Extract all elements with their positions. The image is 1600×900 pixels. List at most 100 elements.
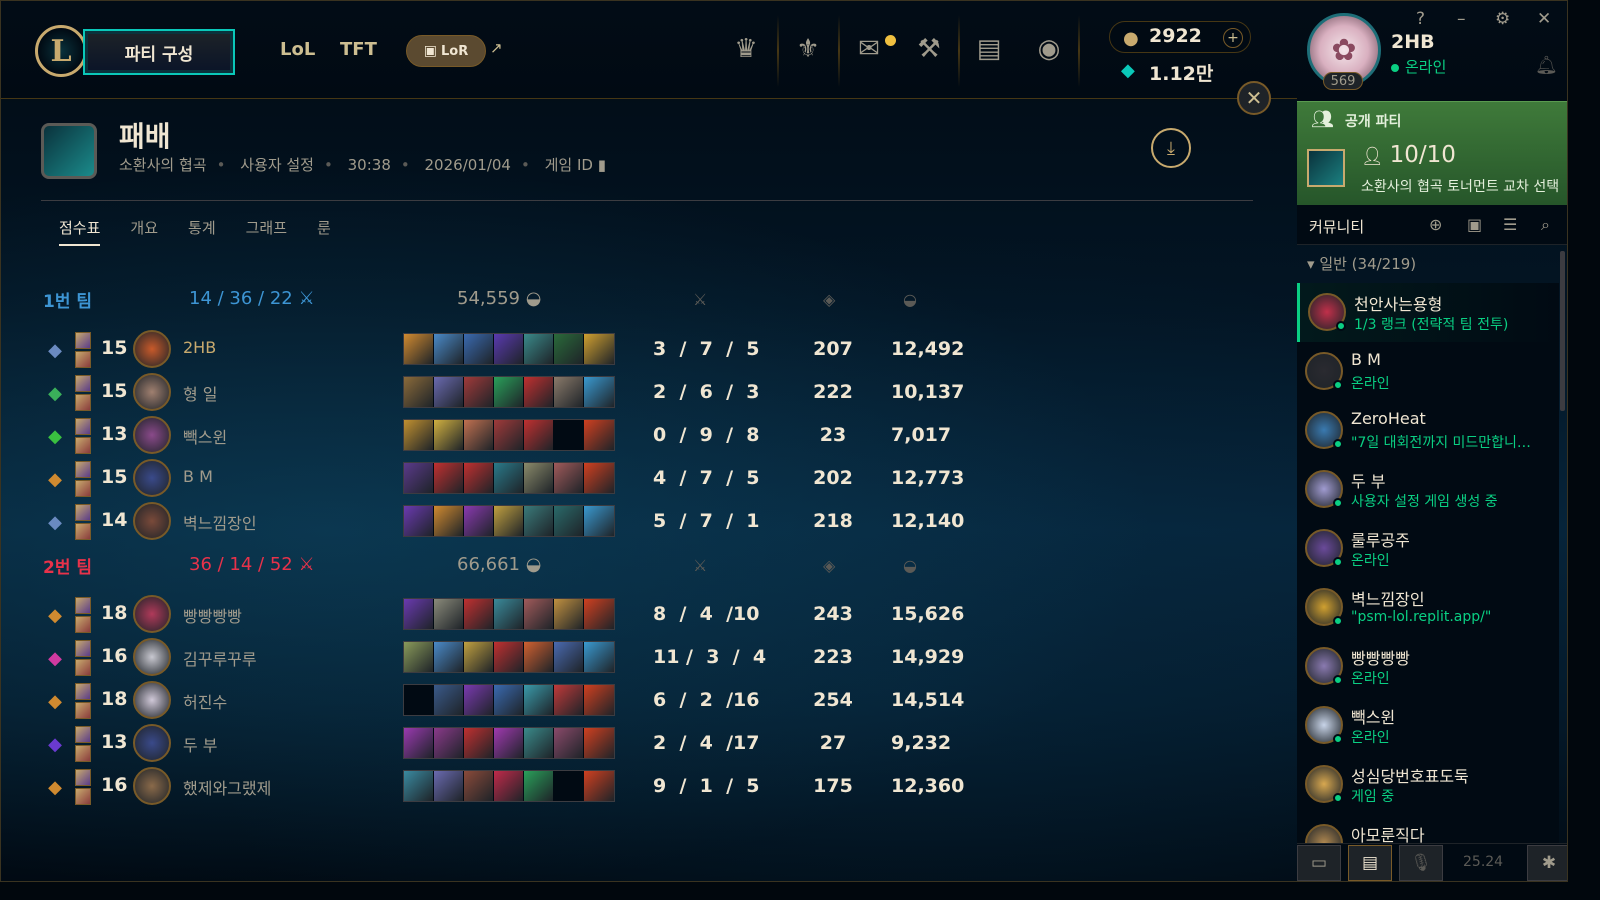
item-icon[interactable] bbox=[464, 771, 494, 801]
item-icon[interactable] bbox=[464, 334, 494, 364]
item-icon[interactable] bbox=[584, 377, 614, 407]
item-icon[interactable] bbox=[434, 642, 464, 672]
item-icon[interactable] bbox=[584, 599, 614, 629]
item-icon[interactable] bbox=[434, 377, 464, 407]
item-icon[interactable] bbox=[434, 728, 464, 758]
player-row[interactable]: ◆ 18 빵빵빵빵 8 / 4 /10 243 15,626 bbox=[41, 595, 981, 635]
profile-status[interactable]: 온라인 bbox=[1391, 56, 1446, 77]
item-icon[interactable] bbox=[524, 377, 554, 407]
player-row[interactable]: ◆ 16 했제와그랬제 9 / 1 / 5 175 12,360 bbox=[41, 767, 981, 807]
item-icon[interactable] bbox=[584, 642, 614, 672]
friend-row[interactable]: 성심당번호표도둑 게임 중 bbox=[1297, 755, 1559, 814]
item-icon[interactable] bbox=[554, 506, 584, 536]
champion-portrait[interactable] bbox=[133, 595, 171, 633]
player-row[interactable]: ◆ 13 빽스윈 0 / 9 / 8 23 7,017 bbox=[41, 416, 981, 456]
tab-4[interactable]: 룬 bbox=[317, 217, 331, 246]
player-row[interactable]: ◆ 15 2HB 3 / 7 / 5 207 12,492 bbox=[41, 330, 981, 370]
player-row[interactable]: ◆ 13 두 부 2 / 4 /17 27 9,232 bbox=[41, 724, 981, 764]
item-icon[interactable] bbox=[434, 685, 464, 715]
item-icon[interactable] bbox=[404, 728, 434, 758]
nav-lor-link[interactable]: ▣ LoR bbox=[406, 35, 486, 67]
friend-row[interactable]: 벽느낌장인 "psm-lol.replit.app/" bbox=[1297, 578, 1559, 637]
champion-portrait[interactable] bbox=[133, 767, 171, 805]
item-icon[interactable] bbox=[584, 334, 614, 364]
tab-2[interactable]: 통계 bbox=[188, 217, 216, 246]
champion-portrait[interactable] bbox=[133, 416, 171, 454]
champion-portrait[interactable] bbox=[133, 638, 171, 676]
champion-portrait[interactable] bbox=[133, 681, 171, 719]
player-name[interactable]: 2HB bbox=[183, 338, 216, 357]
item-icon[interactable] bbox=[434, 771, 464, 801]
item-icon[interactable] bbox=[404, 377, 434, 407]
player-name[interactable]: 빵빵빵빵 bbox=[183, 603, 242, 627]
worlds-trophy-icon[interactable]: ♛ bbox=[726, 29, 766, 69]
friend-row[interactable]: 천안사는용형 1/3 랭크 (전략적 팀 전투) bbox=[1297, 283, 1559, 342]
friend-row[interactable]: 두 부 사용자 설정 게임 생성 중 bbox=[1297, 460, 1559, 519]
player-name[interactable]: 했제와그랬제 bbox=[183, 775, 271, 799]
item-icon[interactable] bbox=[524, 420, 554, 450]
item-icon[interactable] bbox=[464, 377, 494, 407]
item-icon[interactable] bbox=[584, 506, 614, 536]
player-name[interactable]: 김꾸루꾸루 bbox=[183, 646, 257, 670]
item-icon[interactable] bbox=[584, 420, 614, 450]
item-icon[interactable] bbox=[494, 377, 524, 407]
champion-portrait[interactable] bbox=[133, 724, 171, 762]
item-icon[interactable] bbox=[434, 599, 464, 629]
item-icon[interactable] bbox=[554, 377, 584, 407]
chat-icon[interactable]: ▭ bbox=[1297, 845, 1341, 881]
item-icon[interactable] bbox=[464, 463, 494, 493]
window-close-icon[interactable]: ✕ bbox=[1537, 9, 1551, 29]
item-icon[interactable] bbox=[584, 771, 614, 801]
loot-icon[interactable]: ◉ bbox=[1029, 29, 1069, 69]
item-icon[interactable] bbox=[404, 463, 434, 493]
item-icon[interactable] bbox=[404, 420, 434, 450]
item-icon[interactable] bbox=[494, 728, 524, 758]
item-icon[interactable] bbox=[494, 506, 524, 536]
search-icon[interactable]: ⌕ bbox=[1541, 215, 1550, 235]
item-icon[interactable] bbox=[524, 728, 554, 758]
list-view-icon[interactable]: ☰ bbox=[1503, 215, 1517, 234]
nav-lol-link[interactable]: LoL bbox=[280, 39, 315, 60]
item-icon[interactable] bbox=[524, 334, 554, 364]
match-history-icon[interactable]: ▤ bbox=[1348, 845, 1392, 881]
item-icon[interactable] bbox=[554, 642, 584, 672]
item-icon[interactable] bbox=[494, 771, 524, 801]
item-icon[interactable] bbox=[434, 334, 464, 364]
close-match-button[interactable]: ✕ bbox=[1237, 81, 1271, 115]
bug-report-icon[interactable]: ✱ bbox=[1527, 845, 1567, 881]
item-icon[interactable] bbox=[524, 685, 554, 715]
player-row[interactable]: ◆ 15 B M 4 / 7 / 5 202 12,773 bbox=[41, 459, 981, 499]
item-icon[interactable] bbox=[434, 420, 464, 450]
buy-rp-button[interactable]: + bbox=[1223, 28, 1243, 48]
add-folder-icon[interactable]: ▣ bbox=[1467, 215, 1482, 234]
bell-icon[interactable]: 🔔︎ bbox=[1535, 55, 1558, 76]
item-icon[interactable] bbox=[404, 771, 434, 801]
mail-icon[interactable]: ✉ bbox=[849, 29, 889, 69]
item-icon[interactable] bbox=[494, 463, 524, 493]
item-icon[interactable] bbox=[524, 463, 554, 493]
league-logo-icon[interactable]: L bbox=[35, 25, 87, 77]
item-icon[interactable] bbox=[584, 463, 614, 493]
party-setup-button[interactable]: 파티 구성 bbox=[83, 29, 235, 75]
download-replay-button[interactable]: ⤓ bbox=[1151, 128, 1191, 168]
friend-row[interactable]: 빵빵빵빵 온라인 bbox=[1297, 637, 1559, 696]
player-name[interactable]: 허진수 bbox=[183, 689, 227, 713]
tab-1[interactable]: 개요 bbox=[130, 217, 158, 246]
player-row[interactable]: ◆ 14 벽느낌장인 5 / 7 / 1 218 12,140 bbox=[41, 502, 981, 542]
friend-row[interactable]: 룰루공주 온라인 bbox=[1297, 519, 1559, 578]
player-name[interactable]: 두 부 bbox=[183, 732, 218, 756]
item-icon[interactable] bbox=[554, 685, 584, 715]
friend-row[interactable]: 아모룬직다 bbox=[1297, 814, 1559, 843]
item-icon[interactable] bbox=[404, 642, 434, 672]
player-name[interactable]: 형 일 bbox=[183, 381, 218, 405]
item-icon[interactable] bbox=[494, 334, 524, 364]
player-name[interactable]: 벽느낌장인 bbox=[183, 510, 257, 534]
player-name[interactable]: B M bbox=[183, 467, 213, 486]
item-icon[interactable] bbox=[494, 685, 524, 715]
tft-crest-icon[interactable]: ⚜ bbox=[788, 29, 828, 69]
item-icon[interactable] bbox=[464, 506, 494, 536]
add-friend-icon[interactable]: ⊕ bbox=[1429, 215, 1442, 234]
friend-row[interactable]: ZeroHeat "7일 대회전까지 미드만합니… bbox=[1297, 401, 1559, 460]
item-icon[interactable] bbox=[404, 599, 434, 629]
item-icon[interactable] bbox=[464, 642, 494, 672]
